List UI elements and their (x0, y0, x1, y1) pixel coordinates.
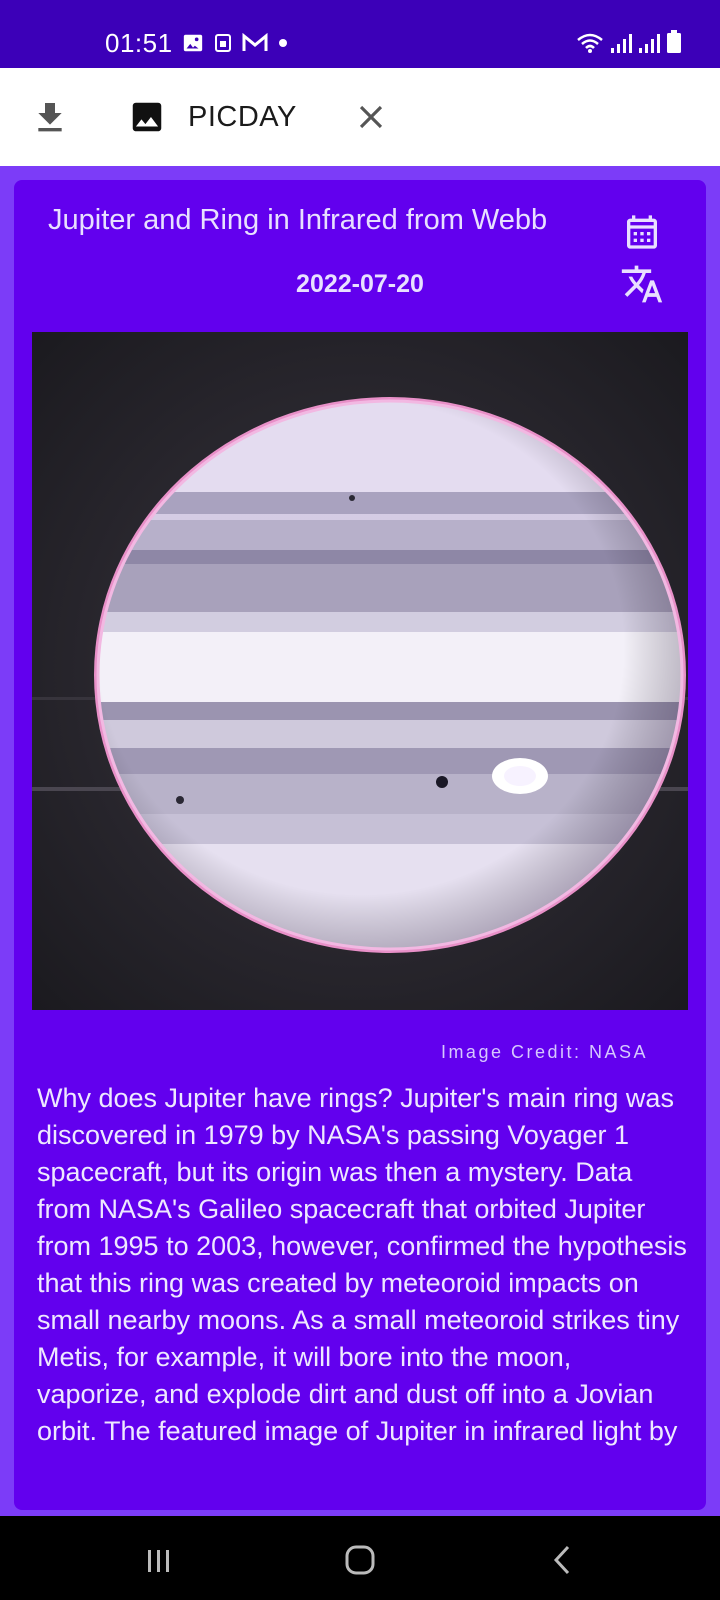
signal-icon (611, 34, 632, 53)
home-icon[interactable] (342, 1542, 378, 1578)
status-bar: 01:51 (0, 0, 720, 68)
download-icon[interactable] (30, 98, 70, 138)
calendar-icon[interactable] (622, 212, 662, 252)
app-bar: PICDAY (0, 68, 720, 166)
picture-title: Jupiter and Ring in Infrared from Webb (48, 204, 548, 236)
dot-icon (279, 39, 287, 47)
recent-apps-icon[interactable] (140, 1542, 176, 1578)
battery-icon (667, 30, 681, 53)
signal-icon (639, 34, 660, 53)
wifi-icon (577, 33, 603, 53)
picture-date: 2022-07-20 (296, 270, 424, 298)
sim-icon (215, 34, 231, 52)
navigation-bar (0, 1516, 720, 1600)
back-icon[interactable] (546, 1542, 582, 1578)
jupiter-photo (32, 332, 688, 1010)
picture-explanation: Why does Jupiter have rings? Jupiter's m… (37, 1083, 687, 1446)
picture-card: Jupiter and Ring in Infrared from Webb 2… (14, 180, 706, 1510)
image-notification-icon (183, 34, 203, 52)
status-time: 01:51 (105, 28, 173, 58)
app-title: PICDAY (188, 101, 297, 133)
gmail-icon (242, 33, 268, 51)
image-credit: Image Credit: NASA (440, 1042, 648, 1062)
status-system-icons (576, 30, 682, 54)
translate-icon[interactable] (620, 262, 664, 306)
close-icon[interactable] (352, 98, 390, 136)
status-notification-icons (182, 32, 288, 54)
image-icon (132, 102, 162, 132)
